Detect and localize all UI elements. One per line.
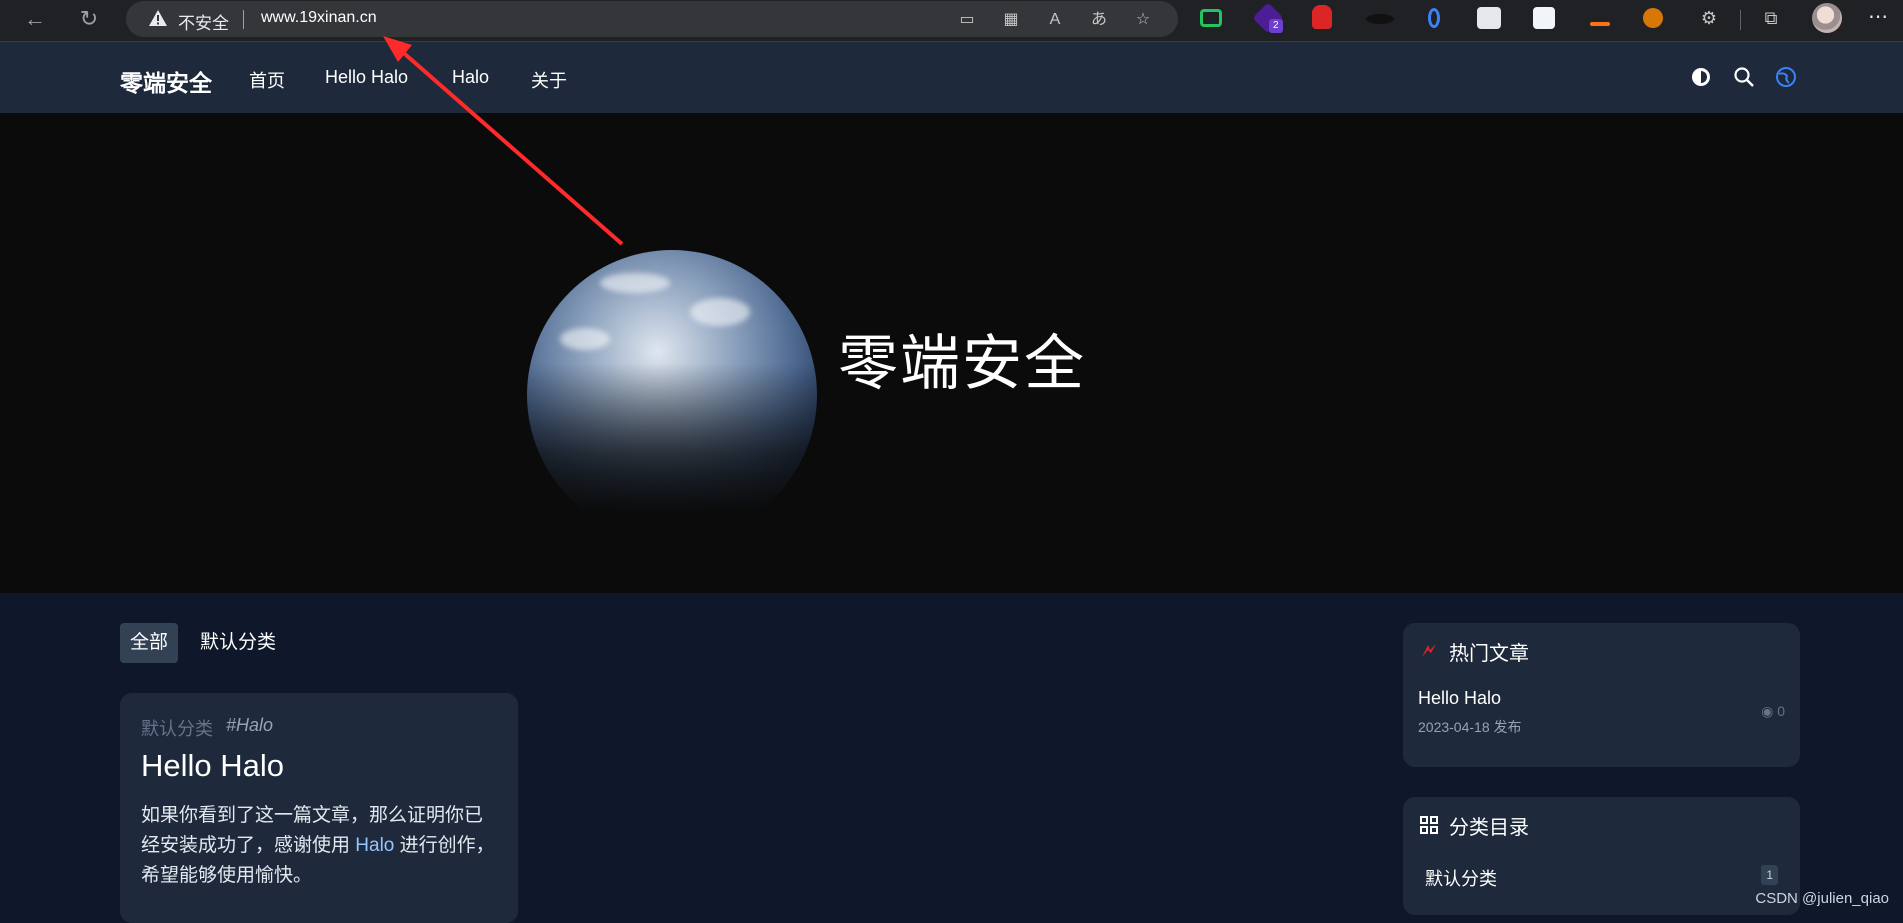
- fire-icon: [1419, 641, 1439, 661]
- hot-posts-widget: 热门文章 Hello Halo 2023-04-18 发布 ◉ 0: [1403, 623, 1800, 767]
- extension-cookie-icon[interactable]: [1643, 8, 1663, 28]
- extension-monitor-icon[interactable]: [1200, 9, 1222, 27]
- earth-cloud: [690, 298, 750, 326]
- category-widget-title: 分类目录: [1449, 811, 1529, 840]
- extension-arrow-icon[interactable]: [1590, 22, 1610, 26]
- extensions-puzzle-icon[interactable]: ⚙: [1698, 7, 1720, 29]
- reload-icon[interactable]: ↻: [74, 4, 104, 34]
- category-link[interactable]: 默认分类: [1425, 865, 1497, 891]
- category-count: 1: [1761, 865, 1778, 885]
- site-brand[interactable]: 零端安全: [120, 64, 212, 98]
- nav-home[interactable]: 首页: [249, 67, 285, 93]
- url-text[interactable]: www.19xinan.cn: [261, 9, 377, 27]
- extension-red-icon[interactable]: [1312, 5, 1332, 29]
- main-content: 全部 默认分类 默认分类 #Halo Hello Halo 如果你看到了这一篇文…: [0, 593, 1903, 915]
- omnibox-separator: [243, 10, 244, 29]
- nav-about[interactable]: 关于: [531, 67, 567, 93]
- hero-title: 零端安全: [838, 315, 1086, 402]
- warning-icon[interactable]: [148, 8, 168, 28]
- extension-pin-icon[interactable]: [1428, 8, 1440, 28]
- hot-post-views: ◉ 0: [1761, 703, 1785, 720]
- toolbar-divider: [1740, 10, 1741, 30]
- earth-cloud: [560, 328, 610, 350]
- nav-hello-halo[interactable]: Hello Halo: [325, 67, 408, 88]
- site-header: 零端安全 首页 Hello Halo Halo 关于: [0, 42, 1903, 113]
- eye-icon: ◉: [1761, 703, 1773, 719]
- watermark: CSDN @julien_qiao: [1755, 890, 1889, 907]
- extension-badge: 2: [1269, 19, 1283, 33]
- address-bar[interactable]: 不安全 www.19xinan.cn ▭ ▦ A あ ☆: [126, 1, 1178, 37]
- extension-glasses-icon[interactable]: [1477, 7, 1501, 29]
- category-widget: 分类目录 默认分类 1: [1403, 797, 1800, 915]
- profile-avatar[interactable]: [1812, 3, 1842, 33]
- post-card[interactable]: 默认分类 #Halo Hello Halo 如果你看到了这一篇文章，那么证明你已…: [120, 693, 518, 923]
- qr-code-icon[interactable]: ▦: [1000, 9, 1022, 31]
- earth-cloud: [600, 273, 670, 293]
- hot-post-link[interactable]: Hello Halo: [1418, 688, 1501, 709]
- extension-hat-icon[interactable]: [1366, 14, 1394, 24]
- tab-default-category[interactable]: 默认分类: [190, 623, 286, 663]
- grid-icon: [1419, 815, 1439, 835]
- security-label[interactable]: 不安全: [178, 9, 229, 34]
- nav-halo[interactable]: Halo: [452, 67, 489, 88]
- translate-icon[interactable]: あ: [1088, 9, 1110, 31]
- browser-toolbar: ← ↻ 不安全 www.19xinan.cn ▭ ▦ A あ ☆ 2 ⚙ ⧉ ⋯: [0, 0, 1903, 42]
- hot-posts-title: 热门文章: [1449, 637, 1529, 666]
- app-install-icon[interactable]: ▭: [956, 9, 978, 31]
- post-excerpt: 如果你看到了这一篇文章，那么证明你已经安装成功了，感谢使用 Halo 进行创作，…: [141, 801, 501, 891]
- back-icon[interactable]: ←: [20, 4, 50, 34]
- favorite-star-icon[interactable]: ☆: [1132, 9, 1154, 31]
- hot-post-date: 2023-04-18 发布: [1418, 717, 1522, 737]
- post-title[interactable]: Hello Halo: [141, 748, 284, 784]
- earth-shadow: [510, 363, 840, 563]
- theme-toggle-icon[interactable]: [1690, 66, 1712, 88]
- extension-blue-icon[interactable]: [1533, 7, 1555, 29]
- more-menu-icon[interactable]: ⋯: [1868, 4, 1889, 29]
- read-aloud-icon[interactable]: A: [1044, 9, 1066, 31]
- tab-all[interactable]: 全部: [120, 623, 178, 663]
- language-globe-icon[interactable]: [1775, 66, 1797, 88]
- post-tag[interactable]: #Halo: [226, 715, 273, 736]
- search-icon[interactable]: [1733, 66, 1755, 88]
- hero-banner: 零端安全: [0, 113, 1903, 593]
- post-category[interactable]: 默认分类: [141, 715, 213, 741]
- halo-link[interactable]: Halo: [355, 835, 394, 856]
- view-count: 0: [1777, 703, 1785, 719]
- collections-icon[interactable]: ⧉: [1760, 7, 1782, 29]
